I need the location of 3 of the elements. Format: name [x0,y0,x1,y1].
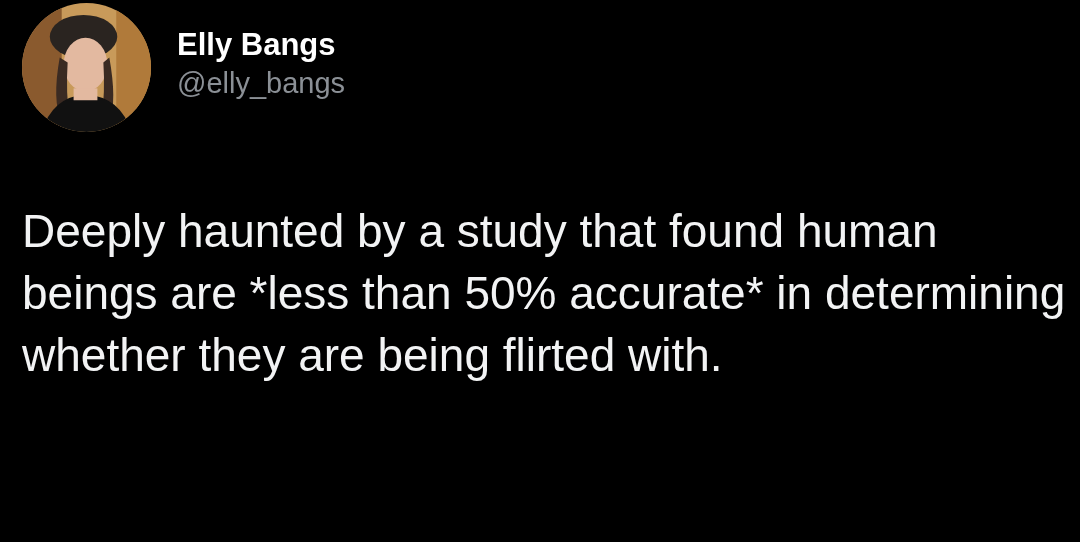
tweet-text: Deeply haunted by a study that found human beings are *less than 50% accurate* in determining whether they are being flirted with. [22,204,1067,383]
author-handle[interactable]: @elly_bangs [177,67,346,100]
author-name[interactable]: Elly Bangs [177,27,346,63]
